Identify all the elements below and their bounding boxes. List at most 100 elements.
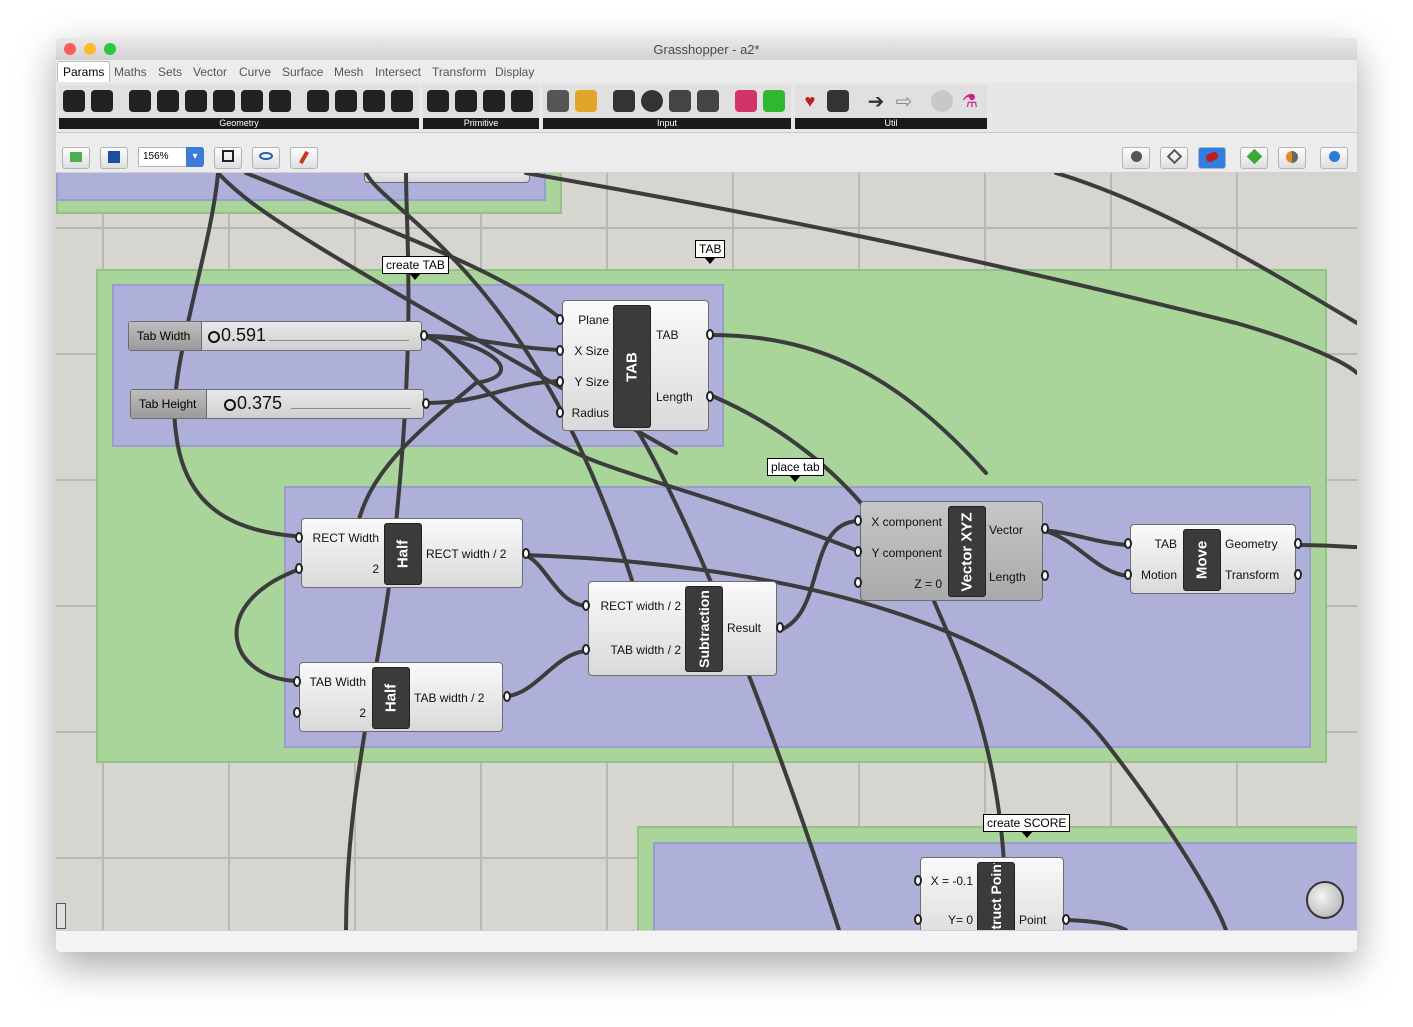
save-button[interactable] (100, 147, 128, 169)
input-port[interactable] (1124, 538, 1132, 549)
tab-transform[interactable]: Transform (432, 65, 486, 79)
param-icon[interactable] (213, 90, 235, 112)
half-rect-component[interactable]: RECT Width 2 Half RECT width / 2 (301, 518, 523, 588)
output-port[interactable] (422, 398, 430, 409)
input-port[interactable] (582, 644, 590, 655)
tab-curve[interactable]: Curve (239, 65, 271, 79)
open-button[interactable] (62, 147, 90, 169)
input-port[interactable] (556, 407, 564, 418)
color-icon[interactable] (931, 90, 953, 112)
subtraction-component[interactable]: RECT width / 2 TAB width / 2 Subtraction… (588, 581, 777, 676)
output-port[interactable] (503, 691, 511, 702)
slider-grip[interactable] (208, 331, 220, 343)
arrow-icon[interactable]: ➔ (865, 90, 887, 113)
preview-button[interactable] (252, 147, 280, 169)
output-port[interactable] (776, 622, 784, 633)
group-label-place-tab[interactable]: place tab (767, 458, 824, 482)
tab-surface[interactable]: Surface (282, 65, 323, 79)
group-label-create-tab[interactable]: create TAB (382, 256, 449, 280)
sketch-button[interactable] (290, 147, 318, 169)
param-icon[interactable] (363, 90, 385, 112)
input-port[interactable] (854, 515, 862, 526)
param-icon[interactable] (157, 90, 179, 112)
group-label-create-score[interactable]: create SCORE (983, 814, 1071, 838)
input-port[interactable] (295, 563, 303, 574)
shaded-preview-button[interactable] (1198, 147, 1226, 169)
param-icon[interactable] (335, 90, 357, 112)
arrow-outline-icon[interactable]: ⇨ (893, 90, 915, 113)
wireframe-preview-button[interactable] (1160, 147, 1188, 169)
zoom-dropdown-button[interactable]: ▾ (186, 147, 204, 167)
output-port[interactable] (1294, 538, 1302, 549)
input-port[interactable] (1124, 569, 1132, 580)
vector-xyz-component[interactable]: X component Y component Z = 0 Vector XYZ… (860, 501, 1043, 601)
half-tab-component[interactable]: TAB Width 2 Half TAB width / 2 (299, 662, 503, 732)
input-port[interactable] (914, 875, 922, 886)
param-icon[interactable] (697, 90, 719, 112)
param-icon[interactable] (669, 90, 691, 112)
document-preview-button[interactable] (1320, 147, 1348, 169)
param-icon[interactable] (307, 90, 329, 112)
selected-preview-button[interactable] (1240, 147, 1268, 169)
input-port[interactable] (556, 376, 564, 387)
tree-icon[interactable] (827, 90, 849, 112)
input-port[interactable] (854, 577, 862, 588)
output-port[interactable] (1041, 570, 1049, 581)
input-port[interactable] (293, 707, 301, 718)
param-icon[interactable] (735, 90, 757, 112)
output-port[interactable] (420, 330, 428, 341)
param-icon[interactable] (641, 90, 663, 112)
param-icon[interactable] (63, 90, 85, 112)
param-icon[interactable] (455, 90, 477, 112)
param-icon[interactable] (185, 90, 207, 112)
navigation-compass-icon[interactable] (1306, 881, 1344, 919)
tab-vector[interactable]: Vector (193, 65, 227, 79)
preview-color-button[interactable] (1278, 147, 1306, 169)
input-port[interactable] (295, 532, 303, 543)
input-port[interactable] (914, 914, 922, 925)
preview-off-button[interactable] (1122, 147, 1150, 169)
param-icon[interactable] (763, 90, 785, 112)
param-icon[interactable] (391, 90, 413, 112)
zoom-extents-button[interactable] (214, 147, 242, 169)
output-port[interactable] (1294, 569, 1302, 580)
param-icon[interactable] (269, 90, 291, 112)
param-icon[interactable] (511, 90, 533, 112)
input-port[interactable] (854, 546, 862, 557)
param-icon[interactable] (547, 90, 569, 112)
output-port[interactable] (1062, 914, 1070, 925)
output-port[interactable] (1041, 523, 1049, 534)
input-port[interactable] (556, 345, 564, 356)
tab-intersect[interactable]: Intersect (375, 65, 421, 79)
param-icon[interactable] (613, 90, 635, 112)
param-icon[interactable] (575, 90, 597, 112)
tab-params[interactable]: Params (57, 61, 111, 82)
param-icon[interactable] (129, 90, 151, 112)
tab-height-slider[interactable]: Tab Height 0.375 (130, 389, 424, 419)
param-icon[interactable] (241, 90, 263, 112)
tab-maths[interactable]: Maths (114, 65, 147, 79)
group-label-tab[interactable]: TAB (695, 240, 726, 264)
tab-component[interactable]: Plane X Size Y Size Radius TAB TAB Lengt… (562, 300, 709, 431)
param-icon[interactable] (427, 90, 449, 112)
param-icon[interactable] (483, 90, 505, 112)
grasshopper-canvas[interactable]: create TAB TAB place tab create SCORE Ta… (56, 173, 1357, 930)
param-icon[interactable] (91, 90, 113, 112)
move-component[interactable]: TAB Motion Move Geometry Transform (1130, 524, 1296, 594)
output-port[interactable] (522, 548, 530, 559)
tab-display[interactable]: Display (495, 65, 534, 79)
tab-width-slider[interactable]: Tab Width 0.591 (128, 321, 422, 351)
input-port[interactable] (556, 314, 564, 325)
cherry-icon[interactable]: ♥ (799, 90, 821, 112)
tab-mesh[interactable]: Mesh (334, 65, 363, 79)
canvas-edge-handle[interactable] (56, 903, 66, 929)
input-port[interactable] (293, 676, 301, 687)
output-port[interactable] (706, 329, 714, 340)
output-port[interactable] (706, 391, 714, 402)
construct-point-component[interactable]: X = -0.1 Y= 0 Construct Point Point (920, 857, 1064, 930)
input-port[interactable] (582, 600, 590, 611)
component-ribbon: Geometry Primitive Input ♥ ➔ ⇨ ⚗ Util (56, 82, 1357, 133)
tab-sets[interactable]: Sets (158, 65, 182, 79)
slider-grip[interactable] (224, 399, 236, 411)
flask-icon[interactable]: ⚗ (959, 90, 981, 112)
